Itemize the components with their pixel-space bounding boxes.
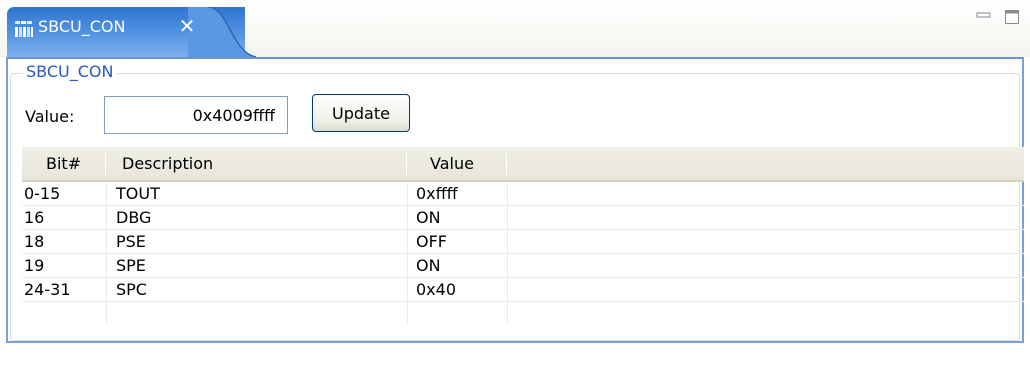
maximize-icon[interactable]	[1004, 9, 1020, 25]
minimize-icon[interactable]	[976, 9, 992, 23]
cell-description: TOUT	[116, 184, 160, 203]
tab-strip: SBCU_CON ✕	[0, 0, 1030, 57]
cell-bit: 0-15	[24, 184, 61, 203]
tab-curve	[188, 7, 272, 57]
table-header: Bit# Description Value	[22, 147, 1024, 182]
table-row[interactable]: 16 DBG ON	[22, 207, 1024, 230]
cell-description: DBG	[116, 208, 152, 227]
cell-value: 0xffff	[416, 184, 458, 203]
cell-description: SPC	[116, 280, 147, 299]
bit-table: Bit# Description Value 0-15 TOUT 0xffff …	[22, 147, 1024, 387]
column-divider[interactable]	[105, 152, 106, 176]
table-row[interactable]: 18 PSE OFF	[22, 231, 1024, 254]
table-body: 0-15 TOUT 0xffff 16 DBG ON 18 PSE OFF 19…	[22, 183, 1024, 333]
cell-value: ON	[416, 256, 441, 275]
table-row[interactable]: 19 SPE ON	[22, 255, 1024, 278]
column-divider[interactable]	[506, 152, 507, 176]
register-view: SBCU_CON ✕ SBCU_CON Value: Update Bit# D…	[0, 0, 1030, 349]
cell-bit: 16	[24, 208, 45, 227]
cell-bit: 18	[24, 232, 45, 251]
tab-title: SBCU_CON	[38, 17, 126, 36]
column-header-value[interactable]: Value	[430, 147, 474, 180]
register-grid-icon	[14, 19, 34, 39]
column-divider[interactable]	[406, 152, 407, 176]
table-row[interactable]: 24-31 SPC 0x40	[22, 279, 1024, 302]
cell-description: SPE	[116, 256, 146, 275]
cell-bit: 19	[24, 256, 45, 275]
value-input[interactable]	[104, 96, 288, 134]
cell-description: PSE	[116, 232, 146, 251]
cell-value: 0x40	[416, 280, 457, 299]
update-button[interactable]: Update	[312, 94, 410, 132]
cell-value: ON	[416, 208, 441, 227]
cell-value: OFF	[416, 232, 447, 251]
column-header-bit[interactable]: Bit#	[46, 147, 81, 180]
group-title: SBCU_CON	[23, 62, 117, 81]
table-row-empty	[22, 303, 1024, 326]
column-header-description[interactable]: Description	[122, 147, 213, 180]
value-label: Value:	[25, 107, 75, 126]
table-row[interactable]: 0-15 TOUT 0xffff	[22, 183, 1024, 206]
close-icon[interactable]: ✕	[176, 15, 198, 37]
view-content: SBCU_CON Value: Update Bit# Description …	[6, 57, 1024, 343]
cell-bit: 24-31	[24, 280, 71, 299]
